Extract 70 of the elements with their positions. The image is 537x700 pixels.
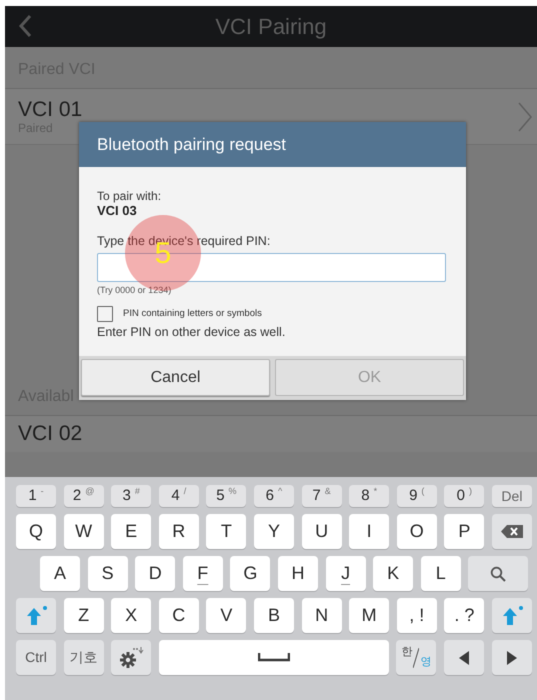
key[interactable] (492, 514, 532, 549)
key[interactable] (111, 640, 152, 675)
key[interactable]: U (302, 514, 342, 549)
screen-title: VCI Pairing (215, 13, 327, 41)
key[interactable]: 0 ) (444, 485, 484, 507)
list-row[interactable]: VCI 02 (5, 416, 537, 452)
key[interactable]: O (396, 514, 437, 549)
key[interactable]: 기호 (64, 640, 104, 675)
key[interactable]: B (254, 598, 294, 633)
key[interactable]: W (64, 514, 104, 549)
key[interactable]: D (135, 556, 176, 591)
slash-icon (413, 648, 420, 668)
key[interactable]: P (444, 514, 484, 549)
key[interactable]: J (326, 556, 366, 591)
checkbox-label: PIN containing letters or symbols (123, 306, 262, 321)
key[interactable]: C (158, 598, 199, 633)
key[interactable]: G (230, 556, 270, 591)
key[interactable] (492, 640, 532, 675)
dialog-button: OK (275, 359, 464, 396)
gear-icon (118, 646, 144, 668)
search-icon (490, 566, 506, 582)
key[interactable]: 4 / (158, 485, 199, 507)
device-name: VCI 03 (97, 203, 138, 218)
key[interactable]: L (420, 556, 461, 591)
key[interactable]: E (111, 514, 152, 549)
shift-icon (25, 606, 47, 626)
key[interactable]: K (373, 556, 414, 591)
key[interactable]: T (206, 514, 246, 549)
key[interactable]: 9 ( (396, 485, 437, 507)
space-bar-icon (258, 653, 290, 662)
key[interactable]: . ? (444, 598, 484, 633)
dialog-title: Bluetooth pairing request (79, 122, 466, 167)
hint-text: (Try 0000 or 1234) (97, 284, 172, 296)
device-name: VCI 01 (18, 98, 84, 122)
key[interactable]: F (182, 556, 223, 591)
key[interactable]: H (278, 556, 318, 591)
key[interactable]: Z (64, 598, 104, 633)
key[interactable]: N (302, 598, 342, 633)
device-name: VCI 02 (18, 422, 84, 446)
key[interactable]: 2 @ (64, 485, 104, 507)
key[interactable]: Q (16, 514, 56, 549)
key[interactable]: X (111, 598, 152, 633)
checkbox[interactable] (97, 306, 113, 322)
key[interactable]: R (158, 514, 199, 549)
key[interactable]: 5 % (206, 485, 246, 507)
left-arrow-icon (458, 650, 469, 664)
key[interactable]: , ! (396, 598, 437, 633)
key[interactable] (468, 556, 528, 591)
dialog-button[interactable]: Cancel (81, 359, 270, 396)
key[interactable]: 한 영 (396, 640, 436, 675)
key[interactable]: Del (492, 485, 532, 507)
key[interactable]: Ctrl (16, 640, 56, 675)
backspace-icon (500, 525, 523, 538)
key[interactable]: 3 # (111, 485, 152, 507)
key[interactable]: A (40, 556, 80, 591)
key[interactable]: 7 & (302, 485, 342, 507)
key[interactable]: Y (254, 514, 294, 549)
key[interactable]: 6 ^ (254, 485, 294, 507)
key[interactable]: V (206, 598, 246, 633)
key[interactable]: M (349, 598, 390, 633)
key[interactable]: S (88, 556, 128, 591)
key[interactable]: 1 - (16, 485, 56, 507)
key[interactable] (444, 640, 484, 675)
key[interactable]: 8 * (349, 485, 390, 507)
key[interactable]: I (349, 514, 390, 549)
dialog-text: Enter PIN on other device as well. (97, 324, 286, 341)
shift-icon (500, 606, 523, 626)
chevron-icon (517, 101, 533, 133)
dialog-text: To pair with: (97, 189, 162, 203)
right-arrow-icon (506, 650, 517, 664)
